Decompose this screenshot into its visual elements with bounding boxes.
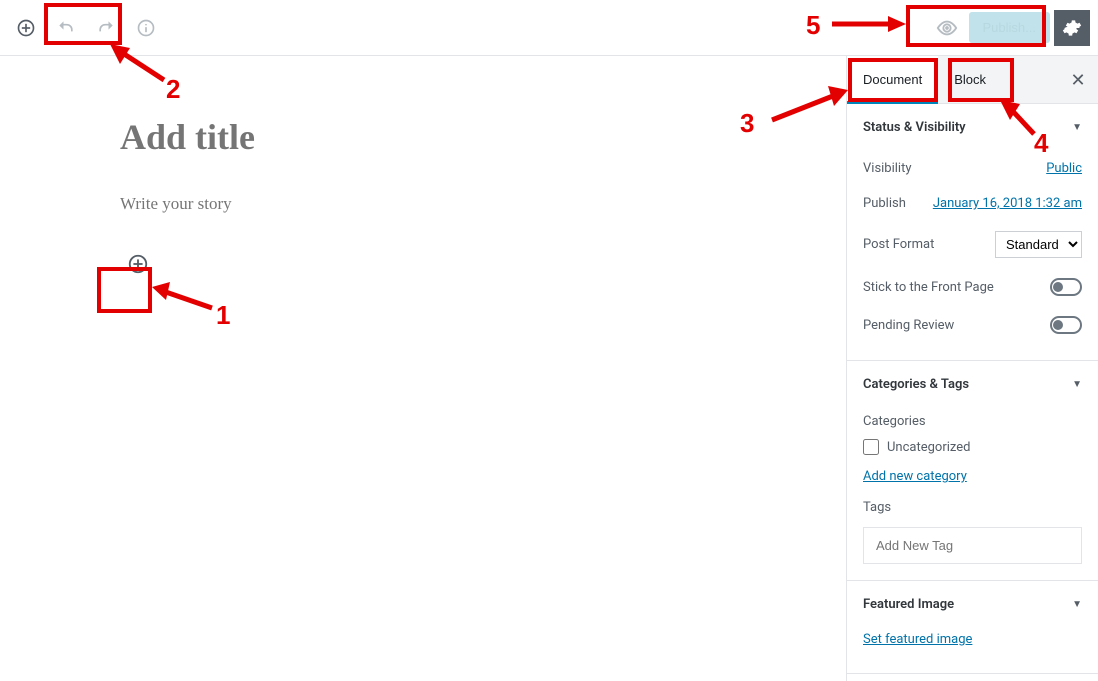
undo-icon bbox=[56, 18, 76, 38]
close-sidebar-button[interactable]: ✕ bbox=[1058, 56, 1098, 104]
settings-sidebar: Document Block ✕ Status & Visibility ▼ V… bbox=[846, 56, 1098, 681]
panel-title: Featured Image bbox=[863, 597, 954, 612]
input-add-tag[interactable] bbox=[863, 527, 1082, 564]
top-toolbar: Publish... bbox=[0, 0, 1098, 56]
panel-body-featured: Set featured image bbox=[847, 628, 1098, 673]
label-post-format: Post Format bbox=[863, 237, 934, 252]
post-body-input[interactable] bbox=[120, 194, 720, 214]
redo-button[interactable] bbox=[88, 10, 124, 46]
checkbox-uncategorized[interactable] bbox=[863, 439, 879, 455]
editor-canvas bbox=[0, 56, 846, 681]
select-post-format[interactable]: Standard bbox=[995, 231, 1082, 258]
post-title-input[interactable] bbox=[120, 116, 720, 158]
main-area: Document Block ✕ Status & Visibility ▼ V… bbox=[0, 56, 1098, 681]
info-button[interactable] bbox=[128, 10, 164, 46]
panel-status-visibility: Status & Visibility ▼ Visibility Public … bbox=[847, 104, 1098, 361]
row-post-format: Post Format Standard bbox=[863, 221, 1082, 268]
settings-button[interactable] bbox=[1054, 10, 1090, 46]
panel-body-cats: Categories Uncategorized Add new categor… bbox=[847, 408, 1098, 580]
toggle-stick-front[interactable] bbox=[1050, 278, 1082, 296]
add-block-inline-button[interactable] bbox=[120, 246, 156, 282]
panel-featured-image: Featured Image ▼ Set featured image bbox=[847, 581, 1098, 674]
tab-block[interactable]: Block bbox=[938, 56, 1002, 104]
label-uncategorized: Uncategorized bbox=[887, 440, 970, 455]
plus-circle-icon bbox=[16, 18, 36, 38]
tab-document[interactable]: Document bbox=[847, 56, 938, 104]
info-icon bbox=[136, 18, 156, 38]
chevron-down-icon: ▼ bbox=[1072, 379, 1082, 390]
row-pending-review: Pending Review bbox=[863, 306, 1082, 344]
link-set-featured-image[interactable]: Set featured image bbox=[863, 628, 972, 657]
label-stick: Stick to the Front Page bbox=[863, 280, 994, 295]
link-add-category[interactable]: Add new category bbox=[863, 465, 967, 494]
publish-button[interactable]: Publish... bbox=[969, 12, 1050, 43]
preview-button[interactable] bbox=[929, 10, 965, 46]
chevron-down-icon: ▼ bbox=[1072, 122, 1082, 133]
gear-icon bbox=[1062, 18, 1082, 38]
label-tags: Tags bbox=[863, 494, 1082, 521]
panel-title: Status & Visibility bbox=[863, 120, 966, 135]
row-stick-front: Stick to the Front Page bbox=[863, 268, 1082, 306]
sidebar-tabs: Document Block ✕ bbox=[847, 56, 1098, 104]
panel-header-featured[interactable]: Featured Image ▼ bbox=[847, 581, 1098, 628]
undo-button[interactable] bbox=[48, 10, 84, 46]
redo-icon bbox=[96, 18, 116, 38]
panel-header-cats[interactable]: Categories & Tags ▼ bbox=[847, 361, 1098, 408]
toolbar-left bbox=[8, 10, 164, 46]
panel-title: Categories & Tags bbox=[863, 377, 969, 392]
label-categories: Categories bbox=[863, 408, 1082, 435]
row-publish: Publish January 16, 2018 1:32 am bbox=[863, 186, 1082, 221]
label-publish: Publish bbox=[863, 196, 906, 211]
add-block-toolbar-button[interactable] bbox=[8, 10, 44, 46]
panel-body-status: Visibility Public Publish January 16, 20… bbox=[847, 151, 1098, 360]
panel-header-status[interactable]: Status & Visibility ▼ bbox=[847, 104, 1098, 151]
close-icon: ✕ bbox=[1070, 70, 1085, 90]
checkbox-row-uncategorized[interactable]: Uncategorized bbox=[863, 435, 1082, 465]
label-pending: Pending Review bbox=[863, 318, 954, 333]
plus-circle-icon bbox=[127, 253, 149, 275]
label-visibility: Visibility bbox=[863, 161, 912, 176]
panel-categories-tags: Categories & Tags ▼ Categories Uncategor… bbox=[847, 361, 1098, 581]
toggle-pending-review[interactable] bbox=[1050, 316, 1082, 334]
eye-icon bbox=[936, 17, 958, 39]
chevron-down-icon: ▼ bbox=[1072, 599, 1082, 610]
link-visibility-value[interactable]: Public bbox=[1046, 161, 1082, 176]
row-visibility: Visibility Public bbox=[863, 151, 1082, 186]
link-publish-date[interactable]: January 16, 2018 1:32 am bbox=[933, 196, 1082, 211]
toolbar-right: Publish... bbox=[929, 10, 1090, 46]
